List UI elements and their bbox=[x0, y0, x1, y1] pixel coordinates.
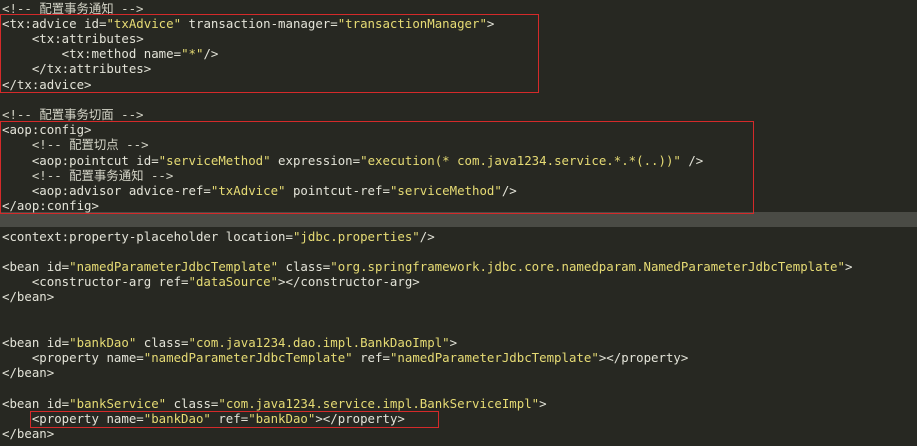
code-token: <bean bbox=[2, 258, 47, 274]
code-token: class= bbox=[278, 258, 331, 274]
code-line: </bean> bbox=[2, 426, 54, 441]
code-token: location= bbox=[225, 228, 293, 244]
code-line: </bean> bbox=[2, 289, 54, 304]
code-token: </bean> bbox=[2, 289, 55, 305]
code-token: ref= bbox=[158, 274, 189, 290]
annotation-box-tx-advice bbox=[0, 14, 539, 93]
code-comment: <!-- bbox=[2, 106, 40, 122]
annotation-box-property-bankdao bbox=[30, 411, 439, 428]
code-string: "org.springframework.jdbc.core.namedpara… bbox=[330, 258, 845, 274]
code-string: "namedParameterJdbcTemplate" bbox=[143, 350, 353, 366]
code-string: "jdbc.properties" bbox=[292, 228, 420, 244]
code-token: id= bbox=[46, 334, 70, 350]
code-token: > bbox=[539, 395, 547, 411]
code-token: > bbox=[844, 258, 853, 274]
code-token: ></property> bbox=[598, 350, 689, 366]
code-string: "namedParameterJdbcTemplate" bbox=[69, 258, 279, 274]
code-line: </bean> bbox=[2, 365, 54, 380]
code-token: ref= bbox=[352, 350, 390, 366]
code-string: "namedParameterJdbcTemplate" bbox=[389, 350, 599, 366]
code-comment: --> bbox=[113, 106, 144, 122]
code-string: "bankService" bbox=[69, 395, 167, 411]
code-token: <context:property-placeholder bbox=[2, 228, 226, 244]
code-string: "bankDao" bbox=[69, 334, 137, 350]
current-line-highlight bbox=[0, 212, 917, 227]
code-line: <bean id="bankDao" class="com.java1234.d… bbox=[2, 335, 457, 350]
annotation-box-aop-config bbox=[0, 121, 754, 214]
code-token: </bean> bbox=[2, 365, 55, 381]
code-token: > bbox=[449, 334, 458, 350]
code-token: ></constructor-arg> bbox=[278, 274, 420, 290]
code-line: <bean id="namedParameterJdbcTemplate" cl… bbox=[2, 259, 852, 274]
code-token: <bean bbox=[2, 395, 47, 411]
code-comment: 配置事务切面 bbox=[39, 106, 114, 122]
code-token: <property bbox=[2, 350, 107, 366]
code-line: <bean id="bankService" class="com.java12… bbox=[2, 396, 547, 411]
code-token: class= bbox=[136, 334, 189, 350]
code-string: "dataSource" bbox=[188, 274, 279, 290]
code-token: /> bbox=[419, 228, 435, 244]
code-token: id= bbox=[46, 258, 70, 274]
code-token: id= bbox=[46, 395, 70, 411]
code-token: class= bbox=[166, 395, 219, 411]
code-token: <bean bbox=[2, 334, 47, 350]
code-line: <context:property-placeholder location="… bbox=[2, 229, 435, 244]
code-string: "com.java1234.service.impl.BankServiceIm… bbox=[218, 395, 540, 411]
code-line: <constructor-arg ref="dataSource"></cons… bbox=[2, 274, 420, 289]
code-line: <!-- 配置事务切面 --> bbox=[2, 107, 144, 122]
code-string: "com.java1234.dao.impl.BankDaoImpl" bbox=[188, 334, 450, 350]
code-editor[interactable]: <!-- 配置事务通知 --> <tx:advice id="txAdvice" … bbox=[0, 0, 917, 446]
code-token: </bean> bbox=[2, 426, 55, 442]
code-token: <constructor-arg bbox=[2, 274, 159, 290]
code-line: <property name="namedParameterJdbcTempla… bbox=[2, 350, 689, 366]
code-token: name= bbox=[106, 350, 144, 366]
